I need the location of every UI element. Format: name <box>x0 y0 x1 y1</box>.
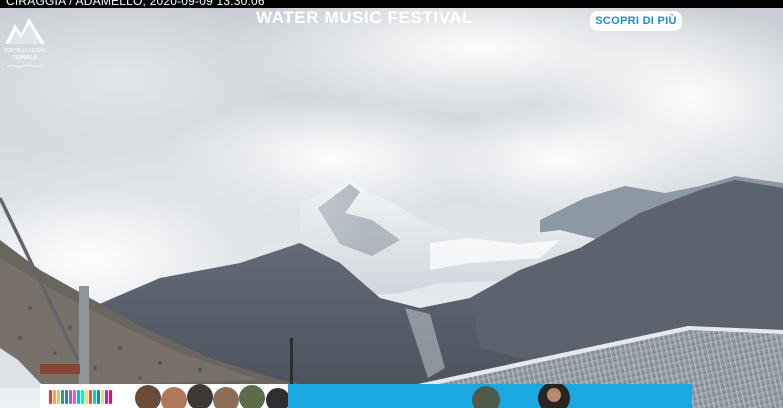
webcam-title-bar: CIRAGGIA / ADAMELLO, 2020-09-09 13:30:06 <box>0 0 783 8</box>
ad-banner[interactable] <box>40 384 692 408</box>
banner-headline: WATER MUSIC FESTIVAL <box>256 8 474 27</box>
logo-line-2: TONALE <box>12 55 38 61</box>
webcam-viewer: CIRAGGIA / ADAMELLO, 2020-09-09 13:30:06 <box>0 0 783 408</box>
banner-cta-button[interactable]: SCOPRI DI PIÙ <box>590 11 682 31</box>
logo-signature-icon <box>6 64 44 68</box>
banner-band-photos <box>472 384 570 408</box>
webcam-title-text: CIRAGGIA / ADAMELLO, 2020-09-09 13:30:06 <box>6 0 265 8</box>
resort-logo: PONTE DI LEGNO TONALE <box>3 14 47 70</box>
banner-logo-bars <box>49 390 112 404</box>
webcam-image <box>0 8 783 408</box>
logo-line-1: PONTE DI LEGNO <box>3 48 47 54</box>
banner-artist-photos <box>135 384 288 408</box>
mountain-logo-icon <box>5 18 45 44</box>
